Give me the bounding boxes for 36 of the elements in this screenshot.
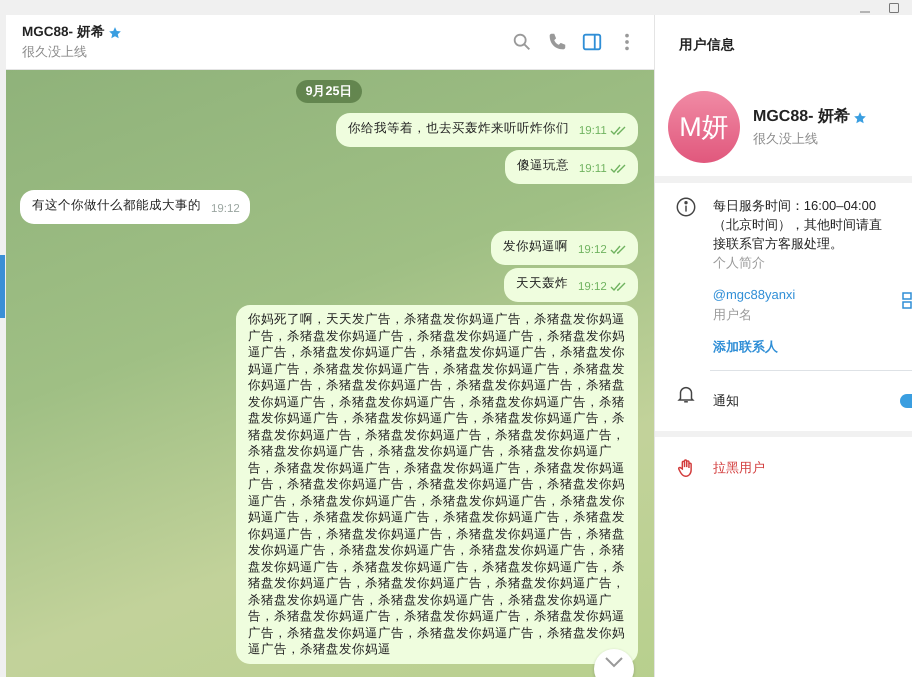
avatar: M妍 xyxy=(668,91,740,163)
last-seen-status: 很久没上线 xyxy=(22,43,88,62)
message-time: 19:11 xyxy=(578,124,607,140)
double-check-icon xyxy=(610,126,628,136)
profile-name: MGC88- 妍希 xyxy=(753,106,850,128)
notifications-label: 通知 xyxy=(712,392,739,410)
message-text: 傻逼玩意 xyxy=(516,156,569,174)
message-text: 有这个你做什么都能成大事的 xyxy=(32,197,201,214)
chevron-down-icon xyxy=(604,656,624,668)
bio-label: 个人简介 xyxy=(712,254,766,272)
username-label: 用户名 xyxy=(712,306,753,324)
username-link[interactable]: @mgc88yanxi xyxy=(712,285,796,304)
message-text: 天天轰炸 xyxy=(516,275,568,292)
bio-text: 每日服务时间：16:00–04:00（北京时间），其他时间请直接联系官方客服处理。 xyxy=(712,196,883,252)
add-contact-link[interactable]: 添加联系人 xyxy=(712,337,912,356)
date-label: 9月25日 xyxy=(296,80,362,103)
last-seen-status: 很久没上线 xyxy=(753,130,819,148)
selection-indicator xyxy=(0,255,5,318)
info-icon xyxy=(674,196,696,218)
double-check-icon xyxy=(610,164,628,174)
message-text: 发你妈逼啊 xyxy=(502,238,568,255)
message-time: 19:12 xyxy=(211,202,240,217)
message-text: 你妈死了啊，天天发广告，杀猪盘发你妈逼广告，杀猪盘发你妈逼广告，杀猪盘发你妈逼广告，杀猪盘发你妈逼广告，杀猪盘发你妈逼广告，杀猪盘发你妈逼广告，杀猪盘发你妈逼广告，杀猪盘发你妈逼广告，杀猪盘发你妈逼广告，杀猪盘发你妈逼广告，杀猪盘发你妈逼广告，杀猪盘发你妈逼广告，杀猪盘发你妈逼广告，杀猪盘发你妈逼广告，杀猪盘发你妈逼广告，杀猪盘发你妈逼广告，杀猪盘发你妈逼广告，杀猪盘发你妈逼广告，杀猪盘发你妈逼广告，杀猪盘发你妈逼广告，杀猪盘发你妈逼广告，杀猪盘发你妈逼广告，杀猪盘发你妈逼广告，杀猪盘发你妈逼广告，杀猪盘发你妈逼广告，杀猪盘发你妈逼广告，杀猪盘发你妈逼广告，杀猪盘发你妈逼广告，杀猪盘发你妈逼广告，杀猪盘发你妈逼广告，杀猪盘发你妈逼广告，杀猪盘发你妈逼广告，杀猪盘发你妈逼广告，杀猪盘发你妈逼广告，杀猪盘发你妈逼广告，杀猪盘发你妈逼广告，杀猪盘发你妈逼广告，杀猪盘发你妈逼广告，杀猪盘发你妈逼广告，杀猪盘发你妈逼广告，杀猪盘发你妈逼广告，杀猪盘发你妈逼广告，杀猪盘发你妈逼广告，杀猪盘发你妈逼广告，杀猪盘发你妈逼广告，杀猪盘发你妈逼广告，杀猪盘发你妈逼广告，杀猪盘发你妈逼广告，杀猪盘发你妈逼广告，杀猪盘发你妈逼广告，杀猪盘发你妈逼广告，杀猪盘发你妈逼广告，杀猪盘发你妈逼广告，杀猪盘发你妈逼广告，杀猪盘发你妈逼广告，杀猪盘发你妈逼广告，杀猪盘发你妈逼广告，杀猪盘发你妈逼 xyxy=(248,311,626,658)
maximize-icon[interactable] xyxy=(889,2,899,12)
side-panel-icon[interactable] xyxy=(581,31,603,53)
message-time: 19:12 xyxy=(578,280,607,295)
double-check-icon xyxy=(610,282,628,292)
block-user-link[interactable]: 拉黑用户 xyxy=(710,458,765,478)
message-text: 你给我等着，也去买轰炸来听听炸你们 xyxy=(348,120,569,136)
chat-title: MGC88- 妍希 xyxy=(22,23,105,42)
double-check-icon xyxy=(610,244,628,255)
message-time: 19:12 xyxy=(578,242,607,258)
panel-title: 用户信息 xyxy=(678,36,736,54)
qr-code-icon[interactable] xyxy=(902,292,912,310)
message-time: 19:11 xyxy=(578,162,607,176)
search-icon[interactable] xyxy=(511,31,533,53)
